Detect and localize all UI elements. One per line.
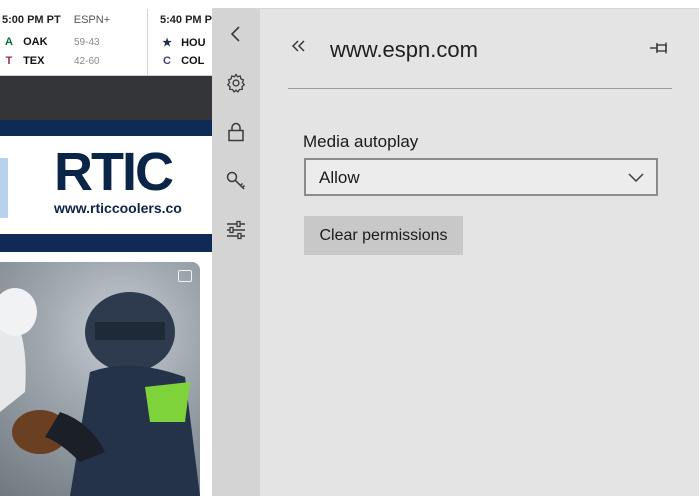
ad-banner: RTIC www.rticcoolers.co: [0, 136, 212, 234]
rangers-logo-icon: T: [5, 55, 13, 67]
collapse-button[interactable]: [288, 35, 308, 57]
privacy-button[interactable]: [212, 110, 260, 154]
scoreboard-strip: 5:00 PM PT ESPN+ A OAK 59-43 T TEX 42-60…: [0, 9, 212, 76]
team-abbr: OAK: [23, 36, 48, 48]
astros-logo-icon: ★: [162, 37, 172, 49]
team-record: 59-43: [74, 37, 100, 48]
sliders-icon: [227, 220, 245, 240]
back-icon: [230, 26, 240, 42]
back-button[interactable]: [212, 12, 260, 56]
game-time-text: 5:40 PM P: [160, 14, 212, 26]
ad-url: www.rticcoolers.co: [54, 200, 182, 216]
scoreboard-game[interactable]: 5:00 PM PT ESPN+ A OAK 59-43 T TEX 42-60: [0, 9, 148, 76]
site-title: www.espn.com: [330, 37, 478, 62]
pin-button[interactable]: [648, 37, 672, 59]
game-time: 5:40 PM P: [160, 14, 212, 26]
team-abbr: COL: [181, 55, 205, 67]
panel-content: www.espn.com Media autoplay Allow Clear …: [260, 9, 699, 496]
panel-header: www.espn.com: [288, 23, 672, 89]
key-icon: [226, 171, 246, 190]
ad-bottom-band: [0, 234, 212, 252]
image-icon: [178, 270, 192, 282]
football-photo[interactable]: [0, 262, 200, 496]
clear-permissions-button[interactable]: Clear permissions: [304, 216, 463, 255]
site-permissions-button[interactable]: [212, 208, 263, 252]
football-players-image: [0, 288, 200, 496]
media-autoplay-label: Media autoplay: [303, 132, 419, 151]
game-network: ESPN+: [73, 14, 111, 26]
settings-button[interactable]: [212, 61, 260, 105]
media-autoplay-value: Allow: [319, 168, 360, 187]
chevron-down-icon: [628, 173, 644, 183]
team-row: A OAK 59-43: [2, 36, 100, 52]
game-time: 5:00 PM PT ESPN+: [2, 14, 110, 26]
passwords-button[interactable]: [212, 159, 260, 203]
game-time-text: 5:00 PM PT: [2, 14, 61, 26]
team-abbr: HOU: [181, 37, 206, 49]
rockies-logo-icon: C: [163, 55, 171, 67]
scoreboard-game[interactable]: 5:40 PM P ★ HOU C COL: [148, 9, 212, 76]
pin-icon: [650, 42, 667, 54]
team-row: ★ HOU: [160, 36, 206, 52]
panel-rail: [212, 9, 263, 496]
team-row: C COL: [160, 55, 204, 71]
media-autoplay-dropdown[interactable]: Allow: [304, 158, 658, 196]
espn-nav-bar: [0, 76, 212, 120]
team-abbr: TEX: [23, 55, 45, 67]
gear-icon: [227, 73, 245, 93]
rtic-advertisement[interactable]: RTIC www.rticcoolers.co: [0, 120, 212, 252]
rtic-logo: RTIC: [54, 142, 174, 202]
athletics-logo-icon: A: [5, 36, 13, 48]
team-record: 42-60: [74, 56, 100, 67]
team-row: T TEX 42-60: [2, 55, 100, 71]
ad-cooler-graphic: [0, 158, 8, 218]
double-chevron-left-icon: [291, 40, 305, 52]
site-permissions-panel: www.espn.com Media autoplay Allow Clear …: [212, 9, 699, 496]
espn-background-page: 5:00 PM PT ESPN+ A OAK 59-43 T TEX 42-60…: [0, 0, 212, 496]
lock-icon: [228, 122, 244, 142]
